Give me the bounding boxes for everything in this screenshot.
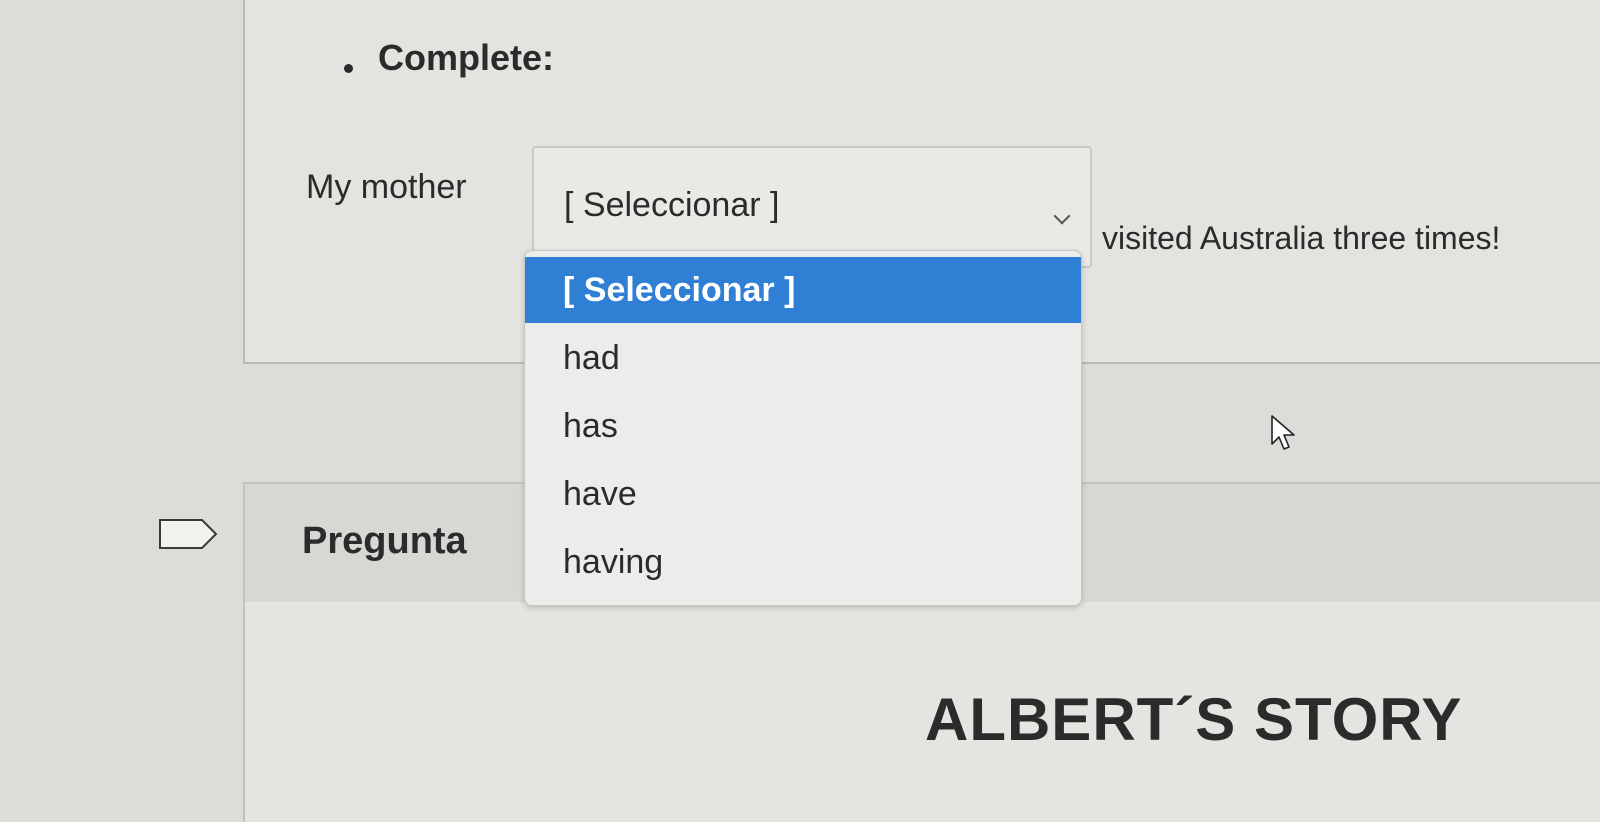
flag-question-icon[interactable]	[158, 518, 218, 550]
select-current-value: [ Seleccionar ]	[564, 186, 780, 224]
dropdown-option-placeholder[interactable]: [ Seleccionar ]	[525, 257, 1081, 323]
sentence-after-text: visited Australia three times!	[1102, 220, 1501, 256]
chevron-down-icon	[1053, 207, 1071, 225]
dropdown-option-have[interactable]: have	[525, 461, 1081, 527]
question-label: Pregunta	[302, 520, 467, 562]
dropdown-option-having[interactable]: having	[525, 529, 1081, 595]
instruction-label: Complete:	[378, 37, 555, 78]
mouse-cursor-icon	[1271, 415, 1295, 450]
select-dropdown-list: [ Seleccionar ] had has have having	[524, 250, 1082, 606]
bullet-marker	[344, 64, 353, 73]
story-title: ALBERT´S STORY	[925, 686, 1463, 753]
sentence-before-text: My mother	[306, 168, 467, 206]
dropdown-option-has[interactable]: has	[525, 393, 1081, 459]
dropdown-option-had[interactable]: had	[525, 325, 1081, 391]
